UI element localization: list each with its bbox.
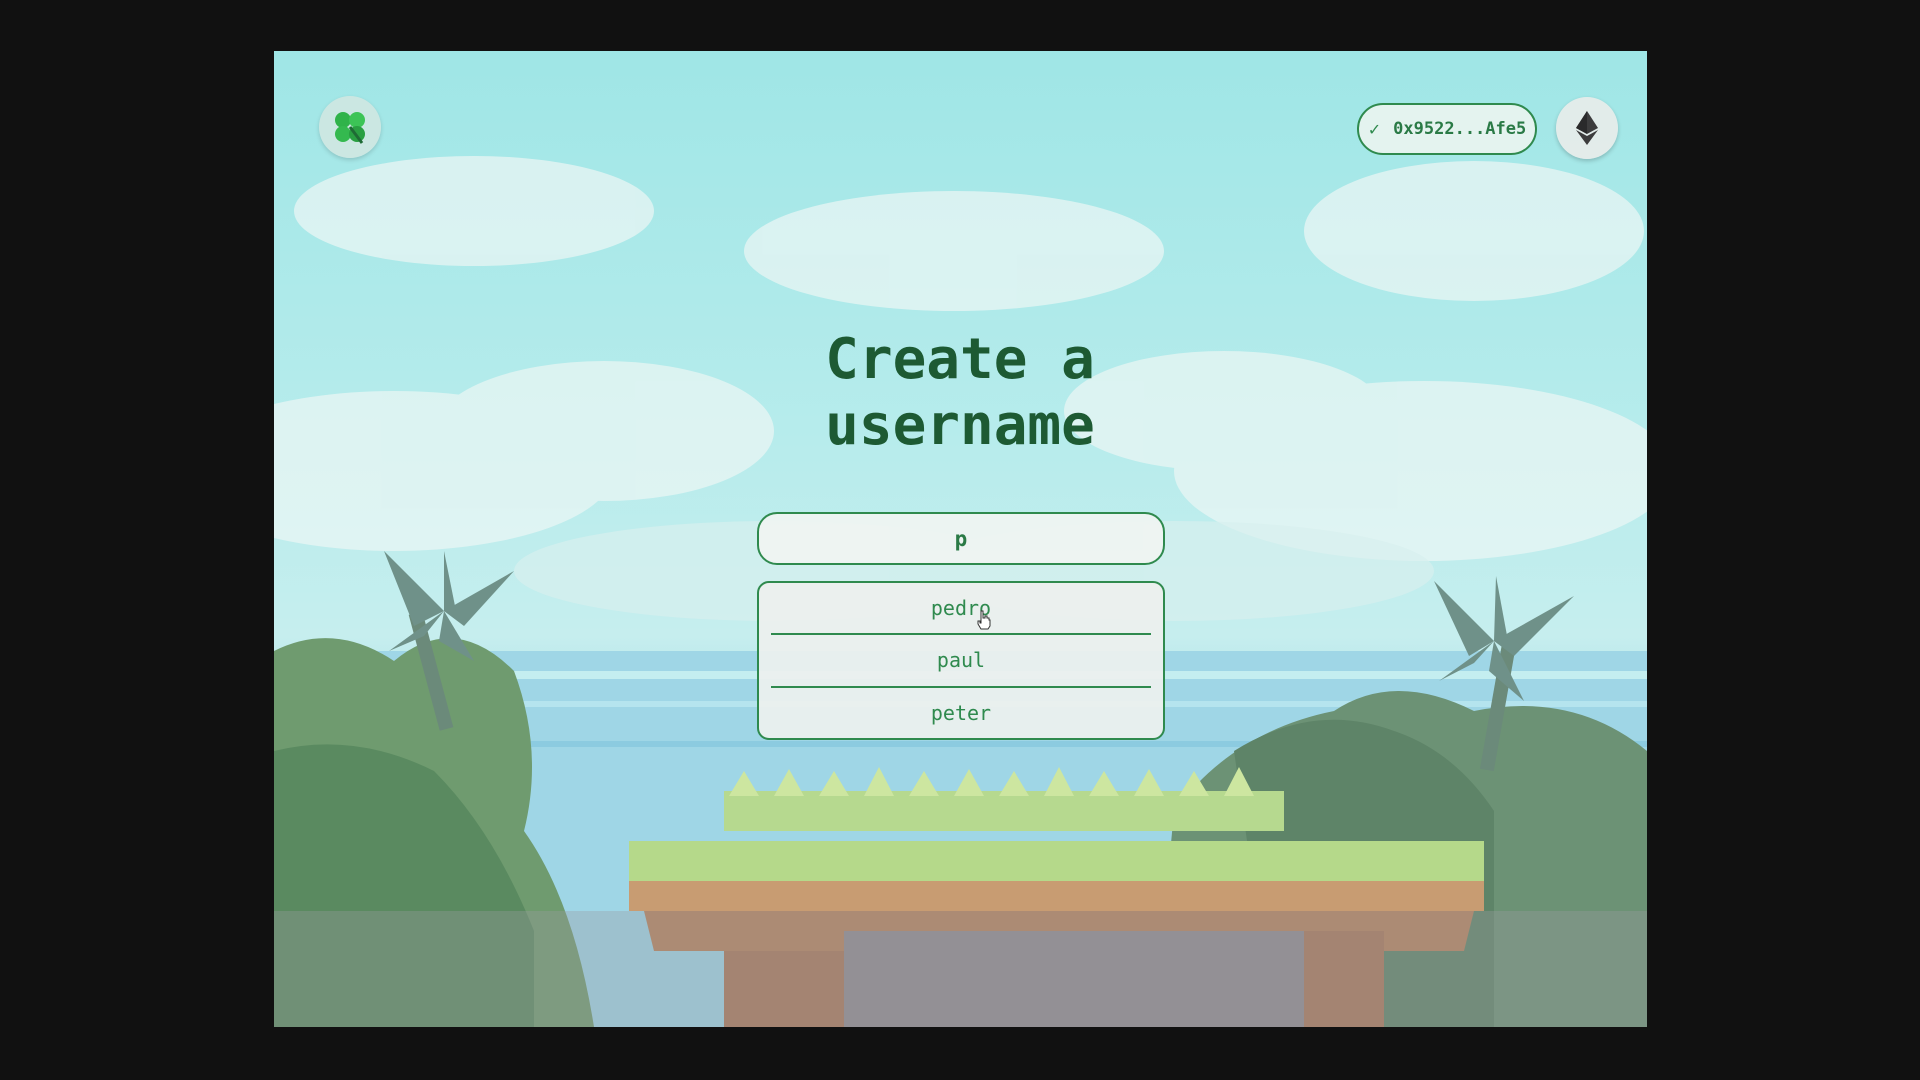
clover-logo-icon: [335, 112, 365, 144]
title-line-1: Create a: [825, 327, 1095, 392]
game-screen: ✓ 0x9522...Afe5 Create a username pedro …: [274, 51, 1647, 1027]
wallet-address-button[interactable]: ✓ 0x9522...Afe5: [1357, 103, 1537, 155]
wallet-address: 0x9522...Afe5: [1393, 119, 1527, 139]
username-input[interactable]: [757, 512, 1165, 565]
suggestion-item-peter[interactable]: peter: [771, 688, 1151, 738]
page-title: Create a username: [660, 327, 1260, 459]
title-line-2: username: [825, 393, 1095, 458]
network-button[interactable]: [1556, 97, 1618, 159]
username-suggestions-dropdown: pedro paul peter: [757, 581, 1165, 740]
suggestion-item-pedro[interactable]: pedro: [771, 583, 1151, 633]
ethereum-icon: [1576, 111, 1598, 145]
logo-button[interactable]: [319, 96, 381, 158]
suggestion-item-paul[interactable]: paul: [771, 635, 1151, 685]
check-icon: ✓: [1367, 119, 1382, 139]
